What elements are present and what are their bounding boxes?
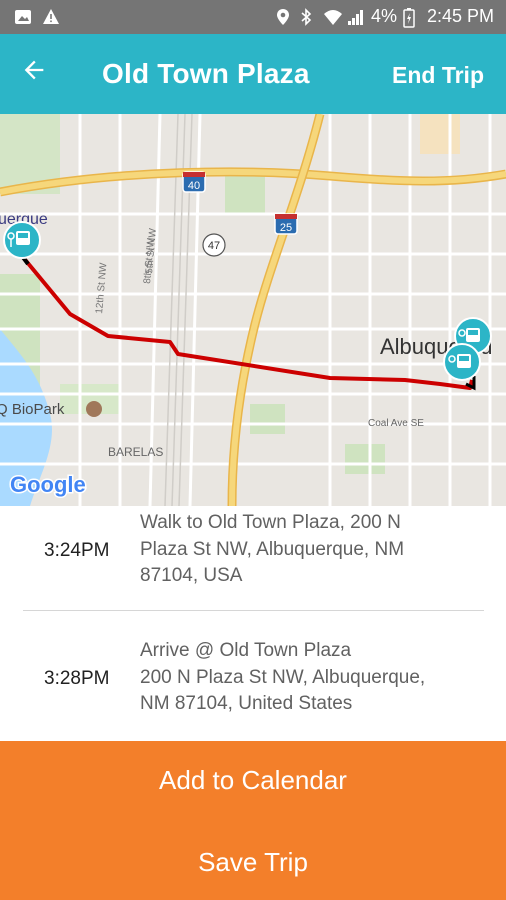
divider [23, 610, 484, 611]
arrow-back-icon [24, 60, 44, 80]
svg-text:47: 47 [208, 240, 220, 252]
app-bar: Old Town Plaza End Trip [0, 34, 506, 114]
page-title: Old Town Plaza [102, 58, 310, 89]
warning-icon [42, 8, 60, 26]
save-trip-button[interactable]: Save Trip [0, 847, 506, 878]
image-icon [14, 8, 32, 26]
hwy-40-shield: 40 [182, 171, 206, 193]
battery-percent: 4% [370, 6, 397, 26]
street-label-coal: Coal Ave SE [368, 418, 424, 429]
svg-text:Google: Google [10, 472, 86, 497]
status-bar: 4% 2:45 PM [0, 0, 506, 34]
street-label-12th: 12th St NW [94, 262, 109, 314]
battery-icon [403, 7, 421, 28]
bus-stop-marker-origin[interactable] [3, 221, 41, 259]
step-time: 3:24PM [44, 540, 110, 561]
wifi-icon [323, 8, 342, 26]
itinerary-list[interactable]: 3:24PM Walk to Old Town Plaza, 200 N Pla… [0, 506, 506, 741]
google-logo: Google [9, 471, 88, 499]
step-time: 3:28PM [44, 668, 110, 689]
action-bar: Add to Calendar Save Trip [0, 741, 506, 900]
clock: 2:45 PM [426, 6, 494, 26]
signal-icon [347, 8, 365, 26]
location-icon [275, 8, 293, 26]
back-button[interactable] [20, 56, 60, 92]
bluetooth-icon [299, 7, 317, 26]
step-description: Arrive @ Old Town Plaza 200 N Plaza St N… [140, 640, 426, 714]
poi-label-biopark: Q BioPark [0, 401, 65, 418]
hwy-47-shield: 47 [202, 233, 226, 257]
svg-text:40: 40 [188, 180, 200, 192]
add-to-calendar-button[interactable]: Add to Calendar [0, 765, 506, 796]
hwy-25-shield: 25 [274, 213, 298, 235]
step-description: Walk to Old Town Plaza, 200 N Plaza St N… [140, 512, 405, 586]
area-label-barelas: BARELAS [108, 445, 163, 459]
route-map[interactable]: 40 25 47 12th St NW 8th St NW 5th St NW … [0, 114, 506, 506]
svg-text:25: 25 [280, 222, 292, 234]
end-trip-button[interactable]: End Trip [392, 62, 484, 89]
